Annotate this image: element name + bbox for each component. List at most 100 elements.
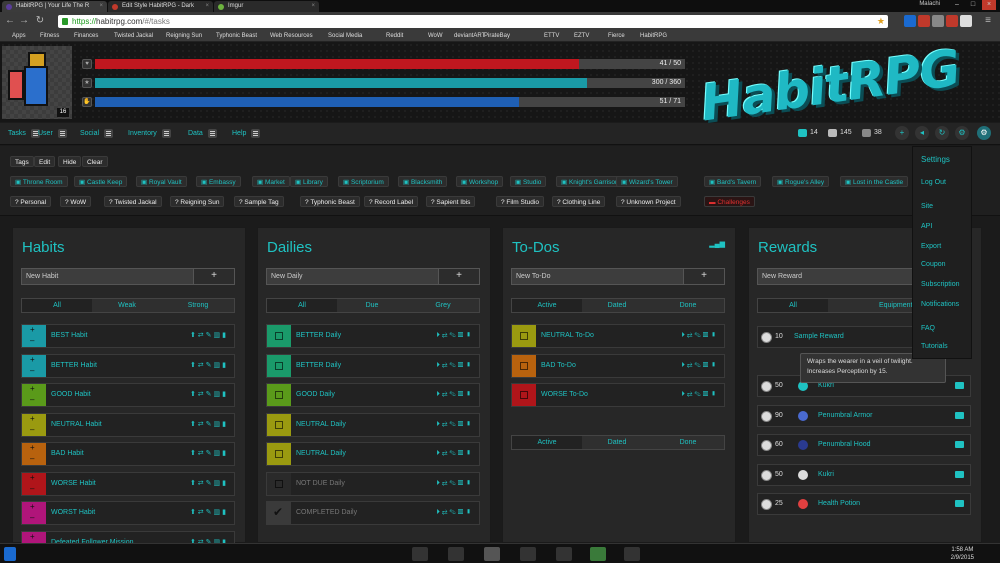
plus-icon[interactable]: +	[30, 326, 35, 334]
tag-chip[interactable]: ▣ Market	[252, 176, 290, 187]
tag-chip[interactable]: ▣ Rogue's Alley	[772, 176, 830, 187]
close-window-icon[interactable]: ×	[982, 0, 996, 10]
score-buttons[interactable]: +–	[22, 354, 46, 377]
extension-icon[interactable]	[946, 15, 958, 27]
bookmark-item[interactable]: HabitRPG	[632, 31, 667, 41]
checkbox[interactable]	[267, 413, 291, 436]
tag-chip[interactable]: ▣ Workshop	[456, 176, 504, 187]
plus-icon[interactable]: +	[30, 473, 35, 482]
menu-tutorials[interactable]: Tutorials	[921, 343, 948, 350]
taskbar-app-icon[interactable]	[412, 547, 428, 561]
filter-active[interactable]: Active	[512, 299, 582, 312]
browser-tab-edit-style[interactable]: Edit Style HabitRPG - Dark ×	[108, 1, 213, 12]
bookmark-item[interactable]: Fitness	[32, 31, 59, 41]
browser-user-name[interactable]: Malachi	[919, 1, 940, 7]
checkbox[interactable]	[512, 325, 536, 347]
filter-done[interactable]: Done	[652, 436, 724, 449]
menu-help[interactable]: Help	[232, 128, 261, 140]
minus-icon[interactable]: –	[30, 366, 34, 375]
extension-icon[interactable]	[960, 15, 972, 27]
minus-icon[interactable]: –	[30, 396, 34, 404]
tag-chip[interactable]: ? Sapient Ibis	[426, 196, 476, 207]
menu-site[interactable]: Site	[921, 203, 933, 210]
bookmark-item[interactable]: Web Resources	[262, 31, 313, 41]
browser-tab-habitrpg[interactable]: HabitRPG | Your Life The R ×	[2, 1, 107, 12]
task-row[interactable]: WORSE To-Do ⏵⇄✎▥▮	[511, 383, 725, 407]
menu-data[interactable]: Data	[188, 128, 217, 140]
filter-done[interactable]: Done	[652, 299, 724, 312]
plus-icon[interactable]: +	[30, 355, 35, 364]
task-action-icons[interactable]: ⏵⇄✎▥▮	[681, 325, 718, 347]
score-buttons[interactable]: +–	[22, 325, 46, 347]
task-action-icons[interactable]: ⏵⇄✎▥▮	[436, 414, 473, 436]
task-action-icons[interactable]: ⏵⇄✎▥▮	[681, 384, 718, 406]
task-row[interactable]: NEUTRAL Daily ⏵⇄✎▥▮	[266, 442, 480, 466]
task-row[interactable]: BETTER Daily ⏵⇄✎▥▮	[266, 353, 480, 378]
task-row[interactable]: NEUTRAL Daily ⏵⇄✎▥▮	[266, 412, 480, 437]
checkbox[interactable]: ✔	[267, 502, 291, 524]
taskbar-app-icon[interactable]	[448, 547, 464, 561]
task-action-icons[interactable]: ⬆⇄✎▥▮	[190, 443, 228, 465]
bookmark-item[interactable]: Social Media	[320, 31, 362, 41]
score-buttons[interactable]: +–	[22, 443, 46, 465]
reward-row[interactable]: 90 Penumbral Armor	[757, 404, 971, 427]
task-action-icons[interactable]: ⏵⇄✎▥▮	[681, 355, 718, 377]
task-row[interactable]: GOOD Daily ⏵⇄✎▥▮	[266, 383, 480, 407]
task-row[interactable]: + – WORSE Habit ⬆⇄✎▥▮	[21, 471, 235, 496]
tag-chip[interactable]: ▣ Throne Room	[10, 176, 68, 187]
hamburger-icon[interactable]	[57, 128, 67, 138]
bookmark-item[interactable]: PirateBay	[476, 31, 510, 41]
filter-strong[interactable]: Strong	[162, 299, 234, 312]
plus-icon[interactable]: +	[30, 503, 35, 511]
bookmark-item[interactable]: Twisted Jackal	[106, 31, 153, 41]
task-action-icons[interactable]: ⬆⇄✎▥▮	[190, 384, 228, 406]
plus-icon[interactable]: +	[30, 532, 35, 541]
tag-chip[interactable]: ? Film Studio	[496, 196, 544, 207]
new-todo-input[interactable]: New To-Do	[511, 268, 691, 285]
task-row[interactable]: ✔ COMPLETED Daily ⏵⇄✎▥▮	[266, 501, 480, 525]
forward-icon[interactable]: →	[18, 15, 30, 27]
tag-chip[interactable]: ▣ Embassy	[196, 176, 241, 187]
filter-weak[interactable]: Weak	[92, 299, 162, 312]
bookmark-item[interactable]: EZTV	[566, 31, 589, 41]
menu-export[interactable]: Export	[921, 243, 941, 250]
new-daily-input[interactable]: New Daily	[266, 268, 446, 285]
checkbox[interactable]	[267, 384, 291, 406]
tag-chip[interactable]: ▣ Royal Vault	[136, 176, 187, 187]
task-action-icons[interactable]: ⏵⇄✎▥▮	[436, 325, 473, 347]
menu-tasks[interactable]: Tasks	[8, 128, 40, 140]
taskbar-app-icon[interactable]	[520, 547, 536, 561]
checkbox[interactable]	[267, 325, 291, 347]
hamburger-icon[interactable]	[207, 128, 217, 138]
tag-chip[interactable]: ? Twisted Jackal	[104, 196, 162, 207]
task-action-icons[interactable]: ⬆⇄✎▥▮	[190, 414, 228, 436]
minus-icon[interactable]: –	[30, 337, 34, 345]
tag-chip[interactable]: ? Personal	[10, 196, 52, 207]
bookmark-item[interactable]: ETTV	[536, 31, 559, 41]
bookmark-item[interactable]: Reigning Sun	[158, 31, 202, 41]
tag-chip[interactable]: ▣ Knight's Garrison	[556, 176, 624, 187]
chat-icon[interactable]	[955, 411, 964, 419]
sort-icon[interactable]: ▂▄▆	[709, 240, 725, 248]
maximize-icon[interactable]: □	[966, 0, 980, 10]
hamburger-icon[interactable]	[161, 128, 171, 138]
minus-icon[interactable]: –	[30, 425, 34, 434]
checkbox[interactable]	[512, 384, 536, 406]
task-row[interactable]: BETTER Daily ⏵⇄✎▥▮	[266, 324, 480, 348]
tag-chip[interactable]: ? Typhonic Beast	[300, 196, 360, 207]
tag-chip[interactable]: ▣ Blacksmith	[398, 176, 448, 187]
tag-chip[interactable]: ? Sample Tag	[234, 196, 284, 207]
tag-chip[interactable]: ▣ Wizard's Tower	[616, 176, 678, 187]
taskbar-app-icon[interactable]	[556, 547, 572, 561]
tag-control-hide[interactable]: Hide	[58, 156, 82, 167]
buy-icon[interactable]	[761, 381, 772, 392]
score-buttons[interactable]: +–	[22, 384, 46, 406]
taskbar-app-icon[interactable]	[624, 547, 640, 561]
task-action-icons[interactable]: ⬆⇄✎▥▮	[190, 502, 228, 524]
plus-icon[interactable]: +	[30, 444, 35, 452]
close-tab-icon[interactable]: ×	[99, 1, 103, 12]
task-row[interactable]: NOT DUE Daily ⏵⇄✎▥▮	[266, 471, 480, 496]
task-action-icons[interactable]: ⬆⇄✎▥▮	[190, 473, 228, 495]
tag-chip[interactable]: ▬ Challenges	[704, 196, 755, 207]
tag-chip[interactable]: ? Record Label	[364, 196, 419, 207]
